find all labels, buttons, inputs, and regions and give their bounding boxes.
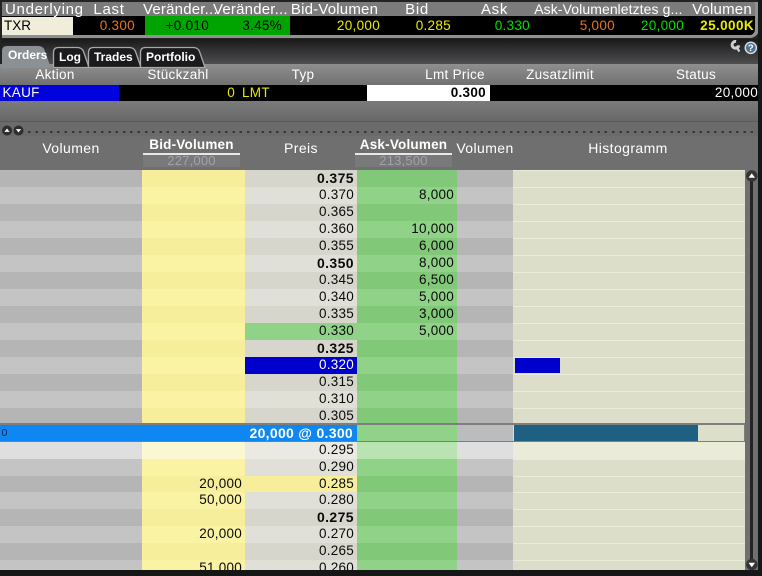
svg-text:?: ? bbox=[748, 43, 754, 54]
